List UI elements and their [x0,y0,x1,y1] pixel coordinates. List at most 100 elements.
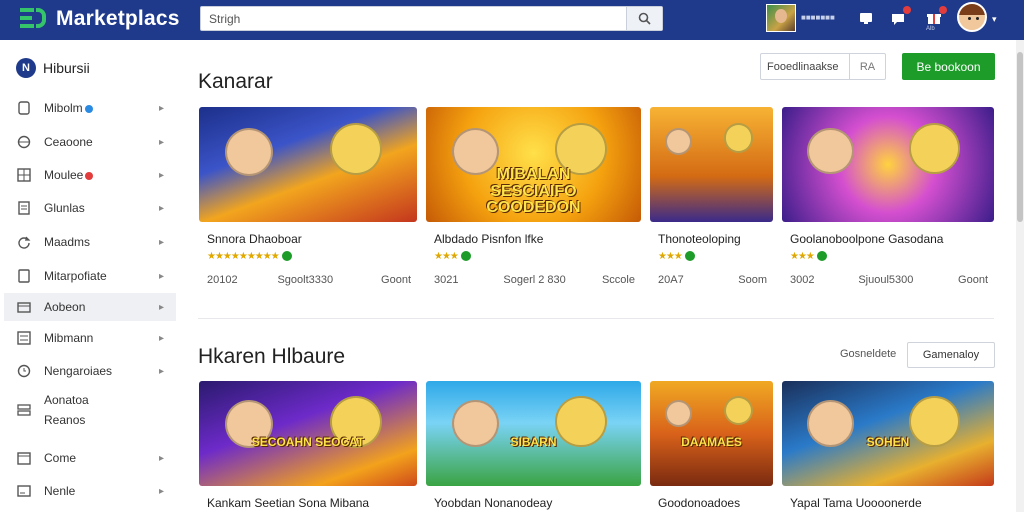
game-thumbnail[interactable]: SIBARN [426,381,641,486]
section-title: Kanarar [198,70,273,93]
status-dot [85,171,94,180]
brand-name[interactable]: Marketplacs [56,7,180,31]
sidebar-item-label: Glunlas [44,201,85,215]
game-thumbnail[interactable]: DAAMAES [650,381,773,486]
search-input[interactable] [201,7,626,30]
game-thumbnail[interactable] [782,107,994,222]
chevron-right-icon: ▸ [158,169,164,181]
verified-icon [816,251,827,262]
scrollbar-thumb[interactable] [1017,52,1023,222]
sidebar-item-label: Ceaoone [44,135,93,149]
search-button[interactable] [626,7,662,30]
game-meta-year: 20102 [207,274,238,286]
chevron-right-icon: ▸ [158,365,164,377]
sidebar-item[interactable]: Moulee ▸ [4,161,176,189]
game-thumbnail[interactable]: SOHEN [782,381,994,486]
chevron-right-icon: ▸ [158,236,164,248]
clock-icon [17,364,31,378]
game-thumbnail[interactable]: SECOAHN SEOCAT [199,381,417,486]
sidebar-item[interactable]: Nenle ▸ [4,477,176,505]
monitor-icon[interactable] [858,10,874,26]
grid-icon [17,168,31,182]
game-banner-text: DAAMAES [681,434,742,449]
game-meta-year: 3021 [434,274,459,286]
game-thumbnail[interactable]: MIBALAN SESCIAIFO COODEDON [426,107,641,222]
chevron-right-icon: ▸ [158,301,164,313]
chevron-right-icon: ▸ [158,136,164,148]
game-meta-genre: Goont [381,274,411,286]
sidebar-item-label: Mitarpofiate [44,269,107,283]
divider [198,318,994,319]
filter-label[interactable]: Gosneldete [840,348,896,360]
sidebar-item-label: Aonatoa Reanos [44,393,89,427]
sidebar-item[interactable]: Glunlas ▸ [4,194,176,222]
game-thumbnail[interactable] [199,107,417,222]
game-title[interactable]: Goolanoboolpone Gasodana [790,232,943,246]
top-bar: Marketplacs ■■■■■■■ Alb ▾ [0,0,1024,40]
scrollbar[interactable] [1016,40,1024,512]
thumbnail-caption: ■■■■■■■ [801,13,835,22]
chat-icon[interactable] [890,6,911,26]
chevron-right-icon: ▸ [158,332,164,344]
sidebar-item[interactable]: Come ▸ [4,444,176,472]
sidebar-item[interactable]: Mibmann ▸ [4,324,176,352]
game-title[interactable]: Thonoteoloping [658,232,741,246]
game-title[interactable]: Yapal Tama Uoooonerde [790,496,922,510]
sidebar-header[interactable]: N Hibursii [16,58,90,78]
icon-caption: Alb [926,26,935,32]
search-bar [200,6,663,31]
hub-icon: N [16,58,36,78]
sidebar-item-label: Come [44,451,77,465]
logo-icon[interactable] [16,4,50,34]
featured-thumbnail[interactable] [766,4,796,32]
game-meta-genre: Goont [958,274,988,286]
gift-icon[interactable] [926,6,947,26]
rating-stars: ★★★ [658,251,695,262]
document-icon [17,201,31,215]
list-icon [17,331,31,345]
game-meta-price: Sogerl 2 830 [503,274,566,286]
chevron-down-icon[interactable]: ▾ [992,14,997,25]
sidebar-item[interactable]: Aonatoa Reanos [4,388,176,432]
primary-action-button[interactable]: Be bookoon [902,53,995,80]
sidebar-item[interactable]: Ceaoone ▸ [4,128,176,156]
sidebar-item[interactable]: Nengaroiaes ▸ [4,357,176,385]
sidebar-item-label: Aobeon [44,300,86,314]
game-title[interactable]: Kankam Seetian Sona Mibana [207,496,369,510]
sidebar-item[interactable]: Mitarpofiate ▸ [4,262,176,290]
sidebar-item-label: Maadms [44,235,91,249]
phone-icon [17,101,31,115]
game-banner-text: MIBALAN SESCIAIFO COODEDON [486,165,581,217]
sort-dropdown[interactable]: Fooedlinaakse RA [760,53,886,80]
game-title[interactable]: Albdado Pisnfon lfke [434,232,543,246]
sidebar-item-label: Nengaroiaes [44,364,113,378]
sidebar-item-label: Moulee [44,165,94,185]
game-title[interactable]: Yoobdan Nonanodeay [434,496,552,510]
game-meta-year: 3002 [790,274,815,286]
refresh-icon [17,235,31,249]
avatar[interactable] [957,2,987,32]
sidebar-item[interactable]: Maadms ▸ [4,228,176,256]
chevron-right-icon: ▸ [158,102,164,114]
rating-stars: ★★★★★★★★★ [207,251,292,262]
sidebar-item[interactable]: Mibolm ▸ [4,94,176,122]
game-meta-price: Sjuoul5300 [858,274,914,286]
sidebar-item[interactable]: Aobeon ▸ [4,293,176,321]
sidebar-item-label: Mibolm [44,98,93,118]
sidebar-item-label: Nenle [44,484,76,498]
notification-badge [903,6,911,14]
sidebar: N Hibursii Mibolm ▸ Ceaoone ▸ Moulee ▸ Glunlas… [0,40,180,512]
gift-badge [939,6,947,14]
game-title[interactable]: Goodonoadoes [658,496,740,510]
game-meta-genre: Soom [738,274,767,286]
tablet-icon [17,269,31,283]
sidebar-item-label: Mibmann [44,331,94,345]
game-meta-price: Sgoolt3330 [277,274,334,286]
game-thumbnail[interactable] [650,107,773,222]
stack-icon [17,403,31,417]
chevron-right-icon: ▸ [158,452,164,464]
card-icon [17,484,31,498]
sort-value: RA [859,60,876,73]
category-button[interactable]: Gamenaloy [907,342,995,368]
game-title[interactable]: Snnora Dhaoboar [207,232,302,246]
